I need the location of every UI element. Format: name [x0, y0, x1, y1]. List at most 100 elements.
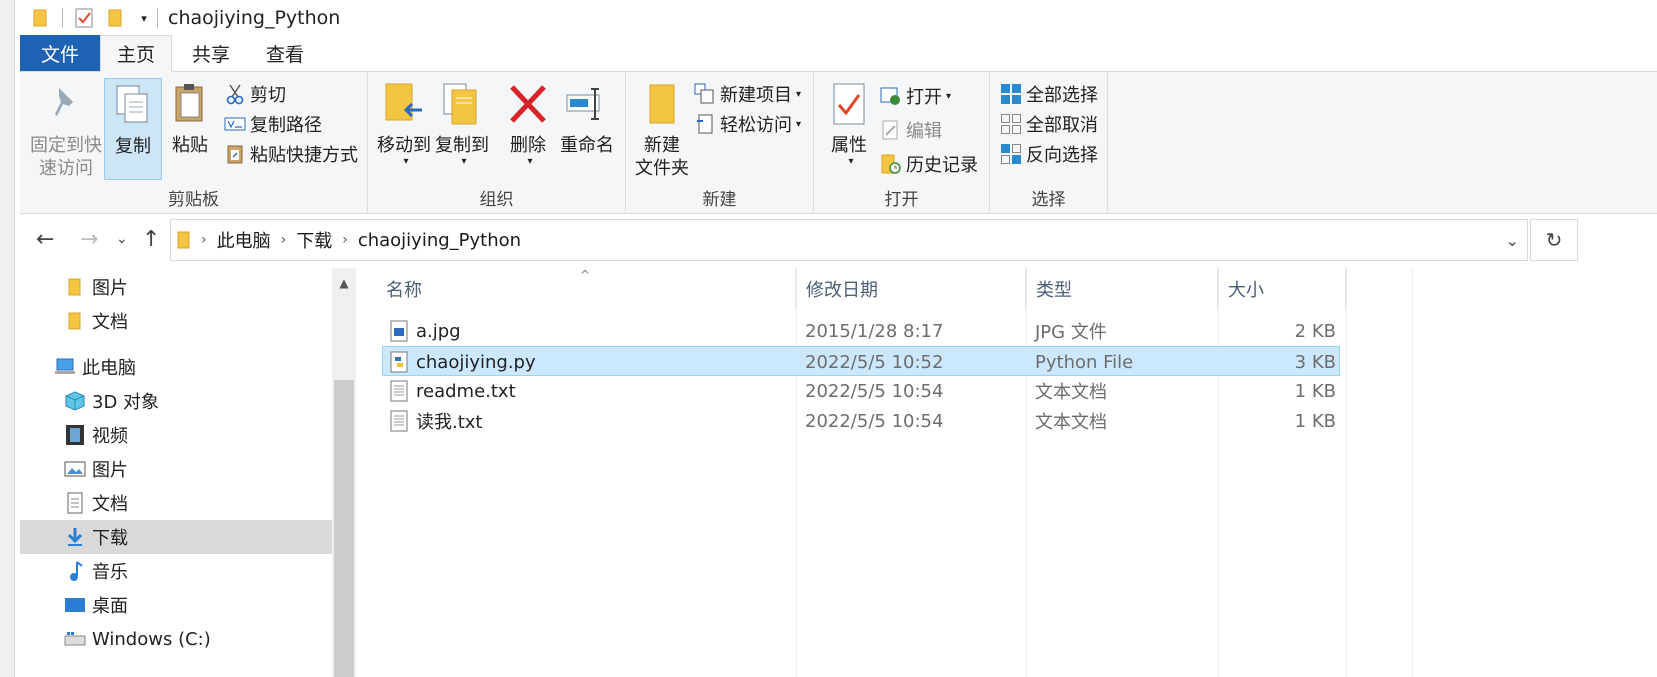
new-group: 新建 文件夹 新建项目 ▾ 轻松访问 ▾ 新建 [626, 72, 814, 214]
tab-view[interactable]: 查看 [250, 35, 324, 71]
nav-item-documents-quick[interactable]: 文档 [20, 304, 332, 338]
address-dropdown-icon[interactable]: ⌄ [1506, 231, 1519, 250]
easy-access-button[interactable]: 轻松访问 ▾ [694, 110, 801, 138]
navigation-pane-scrollbar[interactable]: ▲ [332, 268, 356, 677]
nav-item-desktop[interactable]: 桌面 [20, 588, 332, 622]
documents-icon [64, 492, 86, 514]
file-row[interactable]: readme.txt 2022/5/5 10:54 文本文档 1 KB [382, 376, 1340, 406]
back-arrow-icon[interactable]: ← [36, 227, 54, 252]
properties-button[interactable]: 属性 ▾ [822, 78, 876, 167]
paste-label: 粘贴 [172, 135, 208, 156]
file-date: 2015/1/28 8:17 [805, 320, 944, 342]
select-all-label: 全部选择 [1026, 85, 1098, 106]
scrollbar-thumb[interactable] [334, 380, 354, 677]
column-header-date[interactable]: 修改日期 [796, 268, 1026, 310]
copy-icon [110, 79, 156, 131]
file-list: ^ 名称 修改日期 类型 大小 a.jpg 2015/1/28 8:17 JPG… [358, 268, 1657, 677]
pin-icon [43, 78, 89, 130]
breadcrumb-chevron-icon[interactable]: › [281, 232, 287, 248]
3d-objects-icon [64, 390, 86, 412]
open-button[interactable]: 打开 ▾ [880, 82, 951, 110]
paste-shortcut-button[interactable]: 粘贴快捷方式 [224, 140, 358, 168]
window-title: chaojiying_Python [168, 7, 341, 29]
select-group-label: 选择 [1031, 190, 1066, 210]
nav-item-documents[interactable]: 文档 [20, 486, 332, 520]
nav-item-this-pc[interactable]: 此电脑 [20, 350, 332, 384]
breadcrumb-downloads[interactable]: 下载 [296, 227, 332, 253]
pin-to-quick-access-button[interactable]: 固定到快 速访问 [28, 78, 104, 180]
invert-selection-button[interactable]: 反向选择 [1000, 140, 1098, 168]
history-label: 历史记录 [906, 155, 978, 176]
nav-item-3d-objects[interactable]: 3D 对象 [20, 384, 332, 418]
column-header-type[interactable]: 类型 [1026, 268, 1218, 310]
up-arrow-icon[interactable]: ↑ [142, 227, 160, 252]
tab-file[interactable]: 文件 [20, 35, 100, 71]
file-name: chaojiying.py [416, 351, 536, 373]
nav-item-windows-drive[interactable]: Windows (C:) [20, 622, 332, 656]
pin-label-line2: 速访问 [39, 158, 93, 179]
edit-label: 编辑 [906, 121, 942, 142]
address-bar[interactable]: › 此电脑 › 下载 › chaojiying_Python ⌄ [170, 219, 1528, 261]
column-divider [1412, 268, 1413, 677]
new-folder-label-line1: 新建 [644, 135, 680, 156]
refresh-button[interactable]: ↻ [1530, 219, 1578, 261]
paste-shortcut-icon [224, 143, 246, 165]
copy-to-label: 复制到 [435, 135, 489, 156]
new-folder-button[interactable]: 新建 文件夹 [630, 78, 694, 180]
breadcrumb-this-pc[interactable]: 此电脑 [217, 227, 271, 253]
nav-item-pictures-quick[interactable]: 图片 [20, 270, 332, 304]
column-header-size[interactable]: 大小 [1218, 268, 1346, 310]
tab-share[interactable]: 共享 [172, 35, 250, 71]
move-to-button[interactable]: 移动到 ▾ [374, 78, 434, 167]
new-folder-icon[interactable] [105, 7, 127, 29]
nav-item-label: 下载 [92, 528, 128, 549]
copy-path-button[interactable]: 复制路径 [224, 110, 322, 138]
file-row[interactable]: a.jpg 2015/1/28 8:17 JPG 文件 2 KB [382, 316, 1340, 346]
file-type: Python File [1035, 351, 1134, 373]
breadcrumb-chevron-icon[interactable]: › [342, 232, 348, 248]
cut-button[interactable]: 剪切 [224, 80, 286, 108]
rename-button[interactable]: 重命名 [558, 78, 616, 157]
select-none-button[interactable]: 全部取消 [1000, 110, 1098, 138]
paste-button[interactable]: 粘贴 [166, 78, 214, 157]
copy-label: 复制 [115, 136, 151, 157]
tab-home[interactable]: 主页 [100, 35, 172, 72]
properties-icon[interactable] [73, 7, 95, 29]
new-folder-label-line2: 文件夹 [635, 158, 689, 179]
history-button[interactable]: 历史记录 [880, 150, 978, 178]
delete-label: 删除 [510, 135, 546, 156]
edit-button[interactable]: 编辑 [880, 116, 942, 144]
nav-item-downloads[interactable]: 下载 [20, 520, 332, 554]
drive-icon [64, 628, 86, 650]
file-row[interactable]: 读我.txt 2022/5/5 10:54 文本文档 1 KB [382, 406, 1340, 436]
file-size: 3 KB [1294, 351, 1336, 373]
file-name: 读我.txt [416, 412, 483, 433]
new-item-button[interactable]: 新建项目 ▾ [694, 80, 801, 108]
copy-to-button[interactable]: 复制到 ▾ [432, 78, 492, 167]
new-folder-icon [639, 78, 685, 130]
breadcrumb-current-folder[interactable]: chaojiying_Python [358, 230, 521, 251]
folder-icon [177, 230, 191, 250]
breadcrumb-chevron-icon[interactable]: › [201, 232, 207, 248]
clipboard-group: 固定到快 速访问 复制 粘贴 剪切 复制路径 粘贴快捷方式 剪贴板 [20, 72, 368, 214]
forward-arrow-icon[interactable]: → [80, 227, 98, 252]
computer-icon [54, 356, 76, 378]
column-header-name[interactable]: 名称 [376, 268, 796, 310]
nav-item-pictures[interactable]: 图片 [20, 452, 332, 486]
recent-locations-chevron-icon[interactable]: ⌄ [116, 231, 128, 247]
copy-button[interactable]: 复制 [104, 78, 162, 180]
nav-item-label: 此电脑 [82, 358, 136, 379]
text-file-icon [390, 406, 408, 436]
easy-access-label: 轻松访问 [720, 115, 792, 136]
delete-button[interactable]: 删除 ▾ [506, 78, 550, 167]
scroll-up-arrow-icon[interactable]: ▲ [332, 268, 356, 298]
customize-qat-icon[interactable]: ▾ [137, 7, 151, 29]
select-all-button[interactable]: 全部选择 [1000, 80, 1098, 108]
move-to-icon [381, 78, 427, 130]
file-size: 1 KB [1294, 410, 1336, 432]
file-row[interactable]: chaojiying.py 2022/5/5 10:52 Python File… [382, 346, 1340, 376]
nav-item-videos[interactable]: 视频 [20, 418, 332, 452]
rename-label: 重命名 [560, 135, 614, 156]
nav-item-music[interactable]: 音乐 [20, 554, 332, 588]
copy-to-icon [439, 78, 485, 130]
